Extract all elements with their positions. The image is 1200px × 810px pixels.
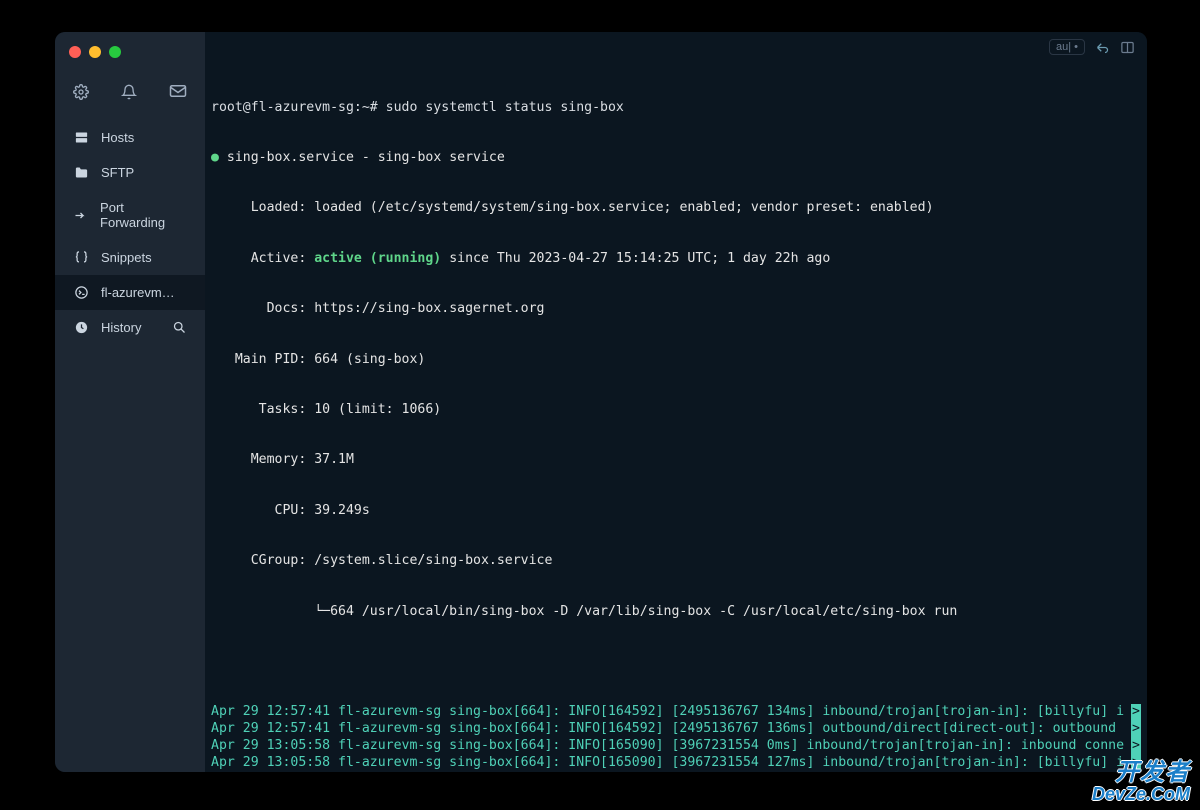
active-rest: since Thu 2023-04-27 15:14:25 UTC; 1 day… [441, 251, 830, 266]
window-controls [55, 32, 205, 68]
sidebar-item-label: History [101, 320, 141, 335]
mainpid-label: Main PID: [211, 352, 314, 367]
active-state: active (running) [314, 251, 441, 266]
clock-icon [73, 320, 89, 335]
watermark-cn: 开发者 [1092, 760, 1190, 785]
active-label: Active: [211, 251, 314, 266]
log-line: Apr 29 13:05:58 fl-azurevm-sg sing-box[6… [211, 738, 1141, 755]
tasks-label: Tasks: [211, 402, 314, 417]
log-lines: Apr 29 12:57:41 fl-azurevm-sg sing-box[6… [211, 704, 1141, 772]
forward-icon [73, 208, 88, 223]
maximize-window-button[interactable] [109, 46, 121, 58]
memory-label: Memory: [211, 452, 314, 467]
titlebar: au| • [205, 32, 1147, 62]
overflow-arrow-icon: > [1131, 721, 1141, 738]
terminal[interactable]: root@fl-azurevm-sg:~# sudo systemctl sta… [205, 62, 1147, 772]
log-line: Apr 29 13:05:58 fl-azurevm-sg sing-box[6… [211, 755, 1141, 772]
watermark: 开发者 DevZe.CoM [1092, 760, 1190, 804]
sidebar-item-sftp[interactable]: SFTP [55, 155, 205, 190]
tasks-value: 10 (limit: 1066) [314, 402, 441, 417]
sidebar-item-label: Snippets [101, 250, 152, 265]
folder-icon [73, 165, 89, 180]
overflow-arrow-icon: > [1131, 704, 1141, 721]
sidebar-top-icons [55, 68, 205, 116]
gear-icon[interactable] [73, 84, 89, 100]
cpu-value: 39.249s [314, 503, 370, 518]
bell-icon[interactable] [121, 84, 137, 100]
docs-label: Docs: [211, 301, 314, 316]
sidebar-item-history[interactable]: History [55, 310, 205, 345]
loaded-value: loaded (/etc/systemd/system/sing-box.ser… [314, 200, 933, 215]
service-name: sing-box.service - sing-box service [227, 150, 505, 165]
cgroup-value: /system.slice/sing-box.service [314, 553, 552, 568]
loaded-label: Loaded: [211, 200, 314, 215]
sidebar-item-snippets[interactable]: Snippets [55, 240, 205, 275]
sidebar-item-port-forwarding[interactable]: Port Forwarding [55, 190, 205, 240]
share-icon[interactable] [1095, 40, 1110, 55]
terminal-icon [73, 285, 89, 300]
server-icon [73, 130, 89, 145]
docs-value: https://sing-box.sagernet.org [314, 301, 544, 316]
close-window-button[interactable] [69, 46, 81, 58]
cgroup-child: └─664 /usr/local/bin/sing-box -D /var/li… [211, 604, 957, 619]
inbox-icon[interactable] [169, 84, 187, 100]
log-line: Apr 29 12:57:41 fl-azurevm-sg sing-box[6… [211, 704, 1141, 721]
log-line: Apr 29 12:57:41 fl-azurevm-sg sing-box[6… [211, 721, 1141, 738]
cpu-label: CPU: [211, 503, 314, 518]
sidebar-item-label: Port Forwarding [100, 200, 187, 230]
main-panel: au| • root@fl-azurevm-sg:~# sudo systemc… [205, 32, 1147, 772]
sidebar-item-label: SFTP [101, 165, 134, 180]
sidebar-item-active-host[interactable]: fl-azurevm… [55, 275, 205, 310]
cgroup-label: CGroup: [211, 553, 314, 568]
minimize-window-button[interactable] [89, 46, 101, 58]
mainpid-value: 664 (sing-box) [314, 352, 425, 367]
sidebar-item-hosts[interactable]: Hosts [55, 120, 205, 155]
sidebar-item-label: fl-azurevm… [101, 285, 175, 300]
memory-value: 37.1M [314, 452, 354, 467]
status-pill[interactable]: au| • [1049, 39, 1085, 55]
sidebar-item-label: Hosts [101, 130, 134, 145]
braces-icon [73, 250, 89, 265]
sidebar: Hosts SFTP Port Forwarding Snippets [55, 32, 205, 772]
app-window: Hosts SFTP Port Forwarding Snippets [55, 32, 1147, 772]
command: sudo systemctl status sing-box [386, 100, 624, 115]
status-bullet: ● [211, 150, 227, 165]
overflow-arrow-icon: > [1131, 738, 1141, 755]
watermark-en: DevZe.CoM [1092, 785, 1190, 804]
search-icon[interactable] [172, 320, 187, 335]
log-line: Apr 29 13:05:58 fl-azurevm-sg sing-box[6… [211, 771, 1141, 772]
prompt: root@fl-azurevm-sg:~# [211, 100, 386, 115]
split-icon[interactable] [1120, 40, 1135, 55]
nav-list: Hosts SFTP Port Forwarding Snippets [55, 120, 205, 345]
